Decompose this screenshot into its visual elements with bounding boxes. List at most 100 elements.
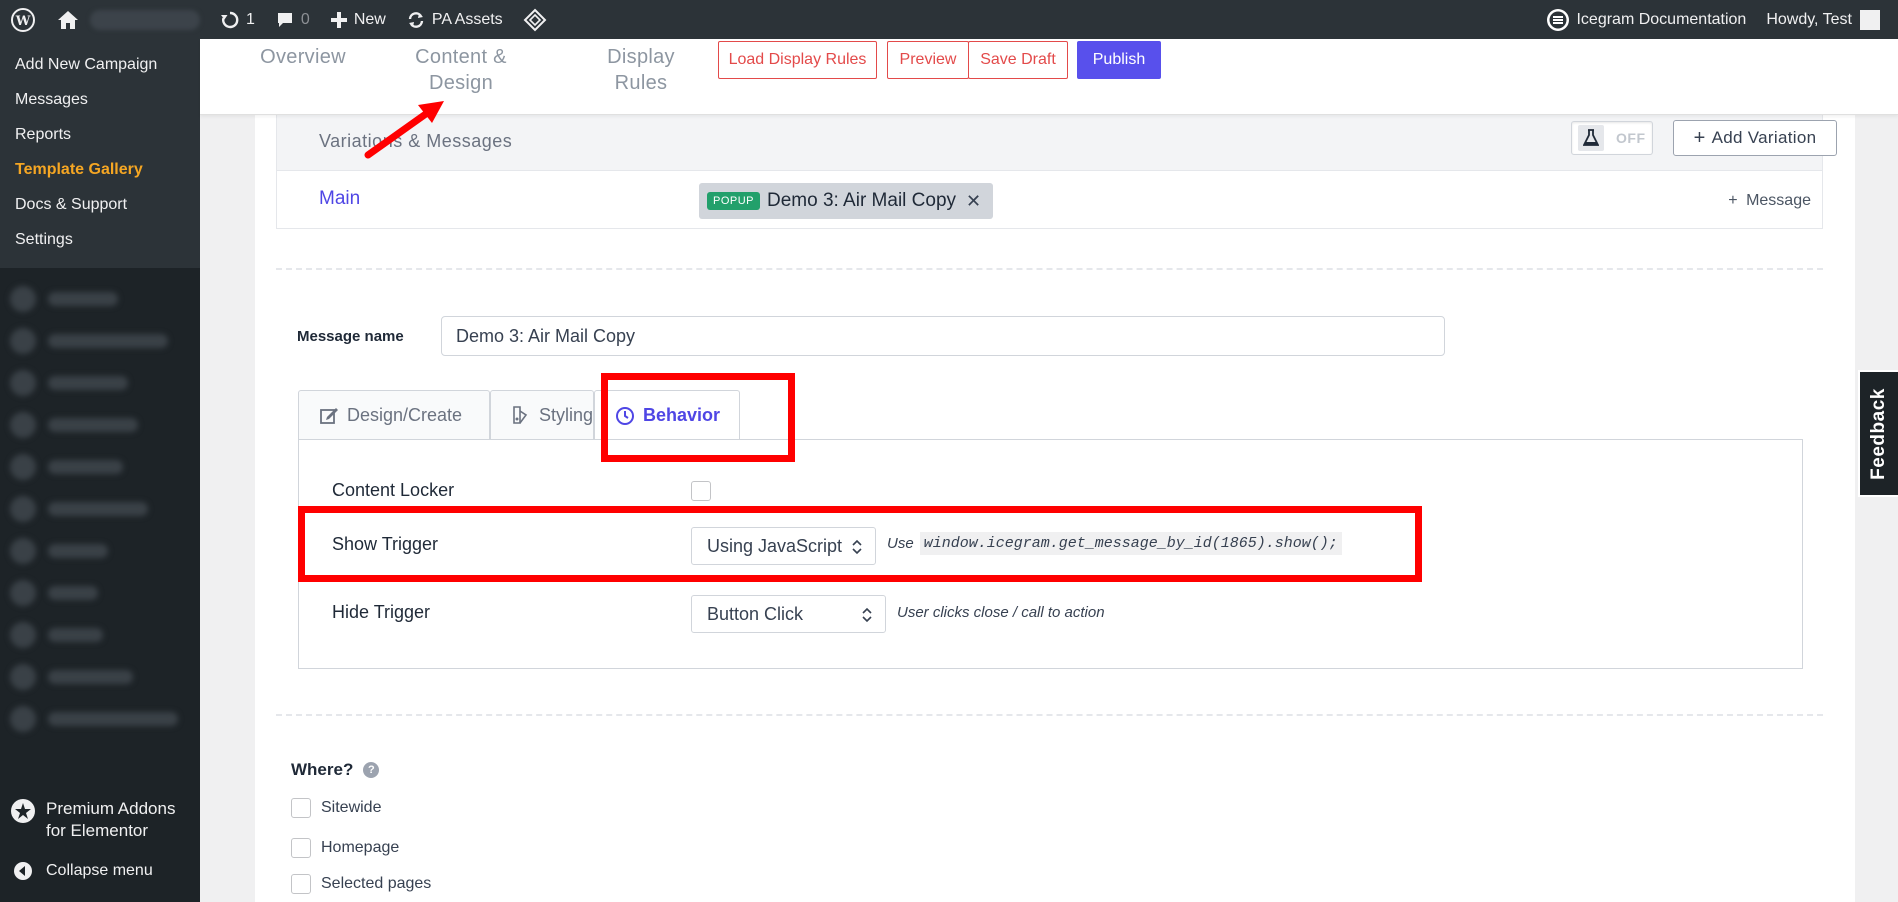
blurred-menu-item[interactable] <box>0 404 200 446</box>
save-draft-button[interactable]: Save Draft <box>968 41 1068 79</box>
comments-link[interactable]: 0 <box>265 0 320 39</box>
site-name-blurred <box>90 9 200 30</box>
where-section-title: Where? ? <box>291 760 380 780</box>
tab-content-design[interactable]: Content & Design <box>396 44 526 96</box>
sidebar-item-reports[interactable]: Reports <box>0 117 200 152</box>
plus-icon: + <box>1693 127 1706 149</box>
collapse-menu-label: Collapse menu <box>46 862 153 879</box>
blurred-menu-item[interactable] <box>0 488 200 530</box>
plus-icon <box>330 11 348 29</box>
comments-count: 0 <box>300 10 310 28</box>
updates-icon <box>220 10 240 30</box>
sidebar-item-premium-addons[interactable]: Premium Addons for Elementor <box>0 798 200 842</box>
my-account-link[interactable]: Howdy, Test <box>1756 0 1890 39</box>
site-home-icon[interactable] <box>46 0 210 39</box>
homepage-checkbox[interactable] <box>291 838 311 858</box>
sitewide-checkbox[interactable] <box>291 798 311 818</box>
admin-bar: W 1 0 New PA Assets Icegram Documentatio… <box>0 0 1898 39</box>
svg-text:W: W <box>15 14 31 29</box>
tab-styling-label: Styling <box>539 404 594 425</box>
content-locker-checkbox[interactable] <box>691 481 711 501</box>
where-option-selected-pages[interactable]: Selected pages <box>291 874 431 894</box>
add-variation-button[interactable]: + Add Variation <box>1673 120 1837 156</box>
sidebar-item-add-new-campaign[interactable]: Add New Campaign <box>0 47 200 82</box>
diamond-plugin-icon[interactable] <box>513 0 557 39</box>
section-divider <box>276 714 1823 716</box>
sidebar-item-messages[interactable]: Messages <box>0 82 200 117</box>
sitewide-label: Sitewide <box>321 799 382 816</box>
campaign-top-panel: Overview Content & Design Display Rules … <box>200 39 1898 115</box>
premium-addons-icon <box>10 798 36 824</box>
variation-row-main: Main POPUP Demo 3: Air Mail Copy ✕ + Mes… <box>276 171 1823 229</box>
howdy-label: Howdy, Test <box>1766 10 1852 28</box>
blurred-menu-item[interactable] <box>0 698 200 740</box>
plus-icon: + <box>1728 192 1738 209</box>
comment-icon <box>275 10 295 30</box>
feedback-label: Feedback <box>1868 387 1889 480</box>
variation-main-link[interactable]: Main <box>319 188 360 210</box>
blurred-menu-item[interactable] <box>0 278 200 320</box>
wordpress-logo-icon[interactable]: W <box>0 0 46 39</box>
popup-badge: POPUP <box>707 192 761 210</box>
icegram-documentation-label: Icegram Documentation <box>1576 10 1747 28</box>
where-option-sitewide[interactable]: Sitewide <box>291 798 381 818</box>
blurred-menu-item[interactable] <box>0 362 200 404</box>
sidebar-item-docs-support[interactable]: Docs & Support <box>0 187 200 222</box>
icegram-submenu: Add New Campaign Messages Reports Templa… <box>0 39 200 268</box>
add-message-label: Message <box>1746 192 1811 209</box>
new-content-link[interactable]: New <box>320 0 396 39</box>
annotation-arrow-icon <box>364 101 444 159</box>
ab-test-toggle[interactable]: OFF <box>1571 121 1653 155</box>
where-option-homepage[interactable]: Homepage <box>291 838 399 858</box>
tab-styling[interactable]: Styling <box>490 390 594 439</box>
message-name-input[interactable] <box>441 316 1445 356</box>
hide-trigger-hint: User clicks close / call to action <box>897 604 1105 621</box>
selected-pages-checkbox[interactable] <box>291 874 311 894</box>
pa-assets-label: PA Assets <box>431 10 503 28</box>
content-locker-label: Content Locker <box>332 480 455 500</box>
blurred-menu-items <box>0 268 200 750</box>
collapse-menu-button[interactable]: Collapse menu <box>0 858 200 884</box>
hide-trigger-value: Button Click <box>707 603 804 624</box>
blurred-menu-item[interactable] <box>0 446 200 488</box>
blurred-menu-item[interactable] <box>0 530 200 572</box>
annotation-box-show-trigger <box>298 506 1422 582</box>
add-variation-label: Add Variation <box>1711 128 1817 147</box>
section-divider <box>276 268 1823 270</box>
styling-icon <box>511 405 531 425</box>
message-name-label: Message name <box>297 328 404 345</box>
select-arrows-icon <box>861 605 873 630</box>
tab-overview[interactable]: Overview <box>248 44 358 70</box>
blurred-menu-item[interactable] <box>0 614 200 656</box>
blurred-menu-item[interactable] <box>0 572 200 614</box>
tab-display-rules[interactable]: Display Rules <box>596 44 686 96</box>
blurred-menu-item[interactable] <box>0 656 200 698</box>
preview-button[interactable]: Preview <box>887 41 969 79</box>
publish-button[interactable]: Publish <box>1077 41 1161 79</box>
tab-design-create[interactable]: Design/Create <box>298 390 490 439</box>
annotation-box-behavior-tab <box>601 373 795 462</box>
edit-icon <box>319 405 339 425</box>
help-icon[interactable]: ? <box>363 762 380 778</box>
variations-header: Variations & Messages OFF + Add Variatio… <box>276 115 1837 171</box>
updates-link[interactable]: 1 <box>210 0 265 39</box>
load-display-rules-button[interactable]: Load Display Rules <box>718 41 877 79</box>
premium-addons-label: Premium Addons for Elementor <box>46 799 176 840</box>
hide-trigger-label: Hide Trigger <box>332 602 431 622</box>
toggle-state-label: OFF <box>1616 130 1646 146</box>
sidebar-item-template-gallery[interactable]: Template Gallery <box>0 152 200 187</box>
sync-icon <box>406 10 426 30</box>
selected-pages-label: Selected pages <box>321 875 432 892</box>
add-message-link[interactable]: + Message <box>1728 192 1811 210</box>
tab-design-create-label: Design/Create <box>347 404 463 425</box>
hide-trigger-select[interactable]: Button Click <box>691 595 886 633</box>
pa-assets-link[interactable]: PA Assets <box>396 0 513 39</box>
feedback-tab[interactable]: Feedback <box>1858 370 1898 497</box>
message-chip-name: Demo 3: Air Mail Copy <box>767 190 957 211</box>
icegram-documentation-link[interactable]: Icegram Documentation <box>1536 0 1756 39</box>
sidebar-item-settings[interactable]: Settings <box>0 222 200 257</box>
remove-message-icon[interactable]: ✕ <box>966 191 981 212</box>
homepage-label: Homepage <box>321 839 400 856</box>
blurred-menu-item[interactable] <box>0 320 200 362</box>
message-chip[interactable]: POPUP Demo 3: Air Mail Copy ✕ <box>699 183 994 219</box>
